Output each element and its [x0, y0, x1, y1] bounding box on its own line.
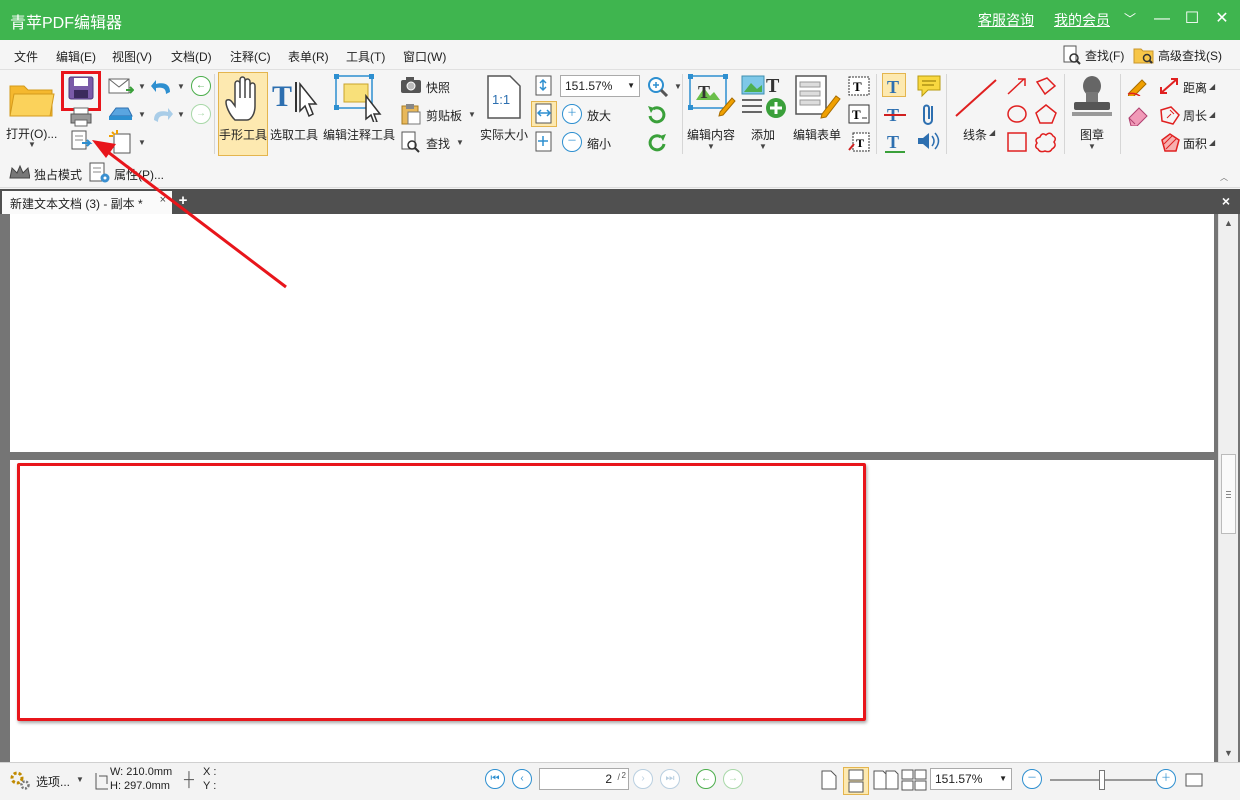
next-page-icon[interactable]: ›: [633, 769, 653, 789]
cursor-y-text: Y :: [203, 780, 217, 792]
cursor-crosshair-icon: ┼: [184, 771, 194, 787]
status-back-icon[interactable]: ←: [696, 769, 716, 789]
cursor-x-text: X :: [203, 766, 217, 778]
status-zoom-select[interactable]: 151.57% ▼: [930, 768, 1012, 790]
fit-icon[interactable]: [1184, 771, 1204, 789]
status-zoom-out-icon[interactable]: －: [1022, 769, 1042, 789]
first-page-icon[interactable]: ⏮: [485, 769, 505, 789]
status-zoom-in-icon[interactable]: ＋: [1156, 769, 1176, 789]
continuous-page-icon: [848, 769, 864, 793]
options-dropdown-icon[interactable]: ▼: [76, 775, 84, 784]
status-zoom-chevron-icon: ▼: [999, 774, 1007, 783]
page-width-text: W: 210.0mm: [110, 766, 173, 778]
options-gear-icon[interactable]: [8, 769, 32, 791]
status-bar: 选项... ▼ W: 210.0mm H: 297.0mm ┼ X : Y : …: [0, 762, 1240, 800]
annotation-arrow-icon: [92, 140, 287, 289]
status-forward-icon[interactable]: →: [723, 769, 743, 789]
single-page-icon[interactable]: [820, 769, 838, 791]
page-size-icon: [95, 773, 108, 790]
last-page-icon[interactable]: ⏭: [660, 769, 680, 789]
zoom-slider-handle[interactable]: [1099, 770, 1105, 790]
options-label[interactable]: 选项...: [36, 773, 70, 790]
page-height-text: H: 297.0mm: [110, 780, 170, 792]
prev-page-icon[interactable]: ‹: [512, 769, 532, 789]
facing-pages-icon[interactable]: [873, 769, 899, 791]
continuous-facing-icon[interactable]: [901, 769, 927, 791]
page-number-field[interactable]: 2 / 2: [539, 768, 629, 790]
